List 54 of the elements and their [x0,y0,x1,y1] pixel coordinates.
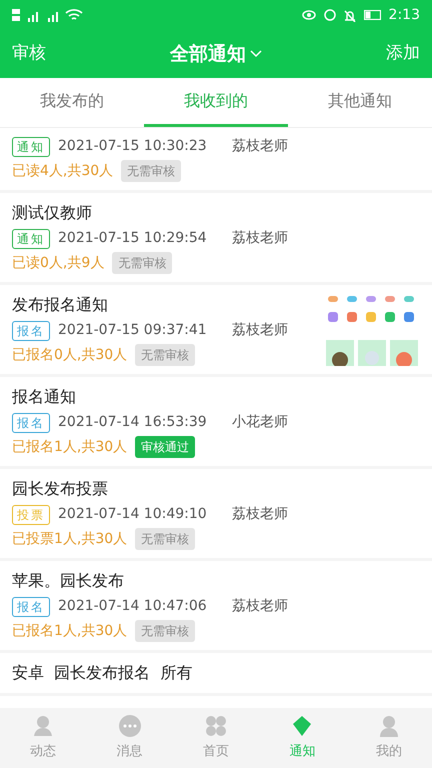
notice-tag: 报名 [12,596,50,616]
tab[interactable]: 我收到的 [144,78,288,127]
notice-title[interactable]: 报名通知 [12,385,420,409]
notice-author: 荔枝老师 [232,597,288,616]
notice-title[interactable]: 安卓 园长发布报名 所有 [12,661,420,685]
notice-time: 2021-07-14 10:49:10 [58,505,208,524]
notice-title[interactable]: 测试仅教师 [12,201,420,225]
notice-title[interactable]: 苹果。园长发布 [12,569,420,593]
review-status: 无需审核 [112,252,172,274]
grid-icon [204,714,228,738]
review-button[interactable]: 审核 [12,41,46,67]
notice-tag: 投票 [12,504,50,524]
notice-tag: 报名 [12,320,50,340]
nav-tab[interactable]: 首页 [172,708,260,768]
notice-tag: 通知 [12,136,50,156]
notice-time: 2021-07-15 10:29:54 [58,229,208,248]
review-status: 无需审核 [135,528,196,550]
notice-stats: 已报名0人,共30人 [12,346,128,364]
chevron-down-icon [250,50,262,58]
review-status: 无需审核 [121,160,182,182]
mute-icon [344,8,356,22]
notice-title[interactable]: 发布报名通知 [12,293,316,317]
notice-author: 荔枝老师 [232,229,288,248]
notice-tag: 通知 [12,228,50,248]
notice-stats: 已报名1人,共30人 [12,438,128,456]
notice-time: 2021-07-14 16:53:39 [58,413,208,432]
notice-time: 2021-07-15 10:30:23 [58,137,208,156]
notice-stats: 已读4人,共30人 [12,162,114,180]
notice-stats: 已报名1人,共30人 [12,622,128,640]
notice-author: 荔枝老师 [232,505,288,524]
tab[interactable]: 我发布的 [0,78,144,127]
notice-time: 2021-07-15 09:37:41 [58,321,208,340]
notice-stats: 已投票1人,共30人 [12,530,128,548]
tab[interactable]: 其他通知 [288,78,432,127]
notice-stats: 已读0人,共9人 [12,254,104,272]
chat-icon [118,714,142,738]
notice-author: 荔枝老师 [232,321,288,340]
clock-time: 2:13 [388,6,420,24]
nav-tab[interactable]: 消息 [86,708,173,768]
notice-author: 荔枝老师 [232,137,288,156]
notice-tag: 报名 [12,412,50,432]
nav-tab[interactable]: 通知 [259,708,346,768]
notice-time: 2021-07-14 10:47:06 [58,597,208,616]
notice-title[interactable]: 园长发布投票 [12,477,420,501]
title-dropdown[interactable]: 全部通知 [170,40,262,68]
nav-tab[interactable]: 我的 [346,708,432,768]
review-status: 无需审核 [135,344,196,366]
nav-tab[interactable]: 动态 [0,708,86,768]
notice-author: 小花老师 [232,413,288,432]
eye-icon [302,8,316,22]
review-status: 审核通过 [135,436,196,458]
battery-icon [364,10,381,20]
review-status: 无需审核 [135,620,196,642]
add-button[interactable]: 添加 [386,41,420,67]
